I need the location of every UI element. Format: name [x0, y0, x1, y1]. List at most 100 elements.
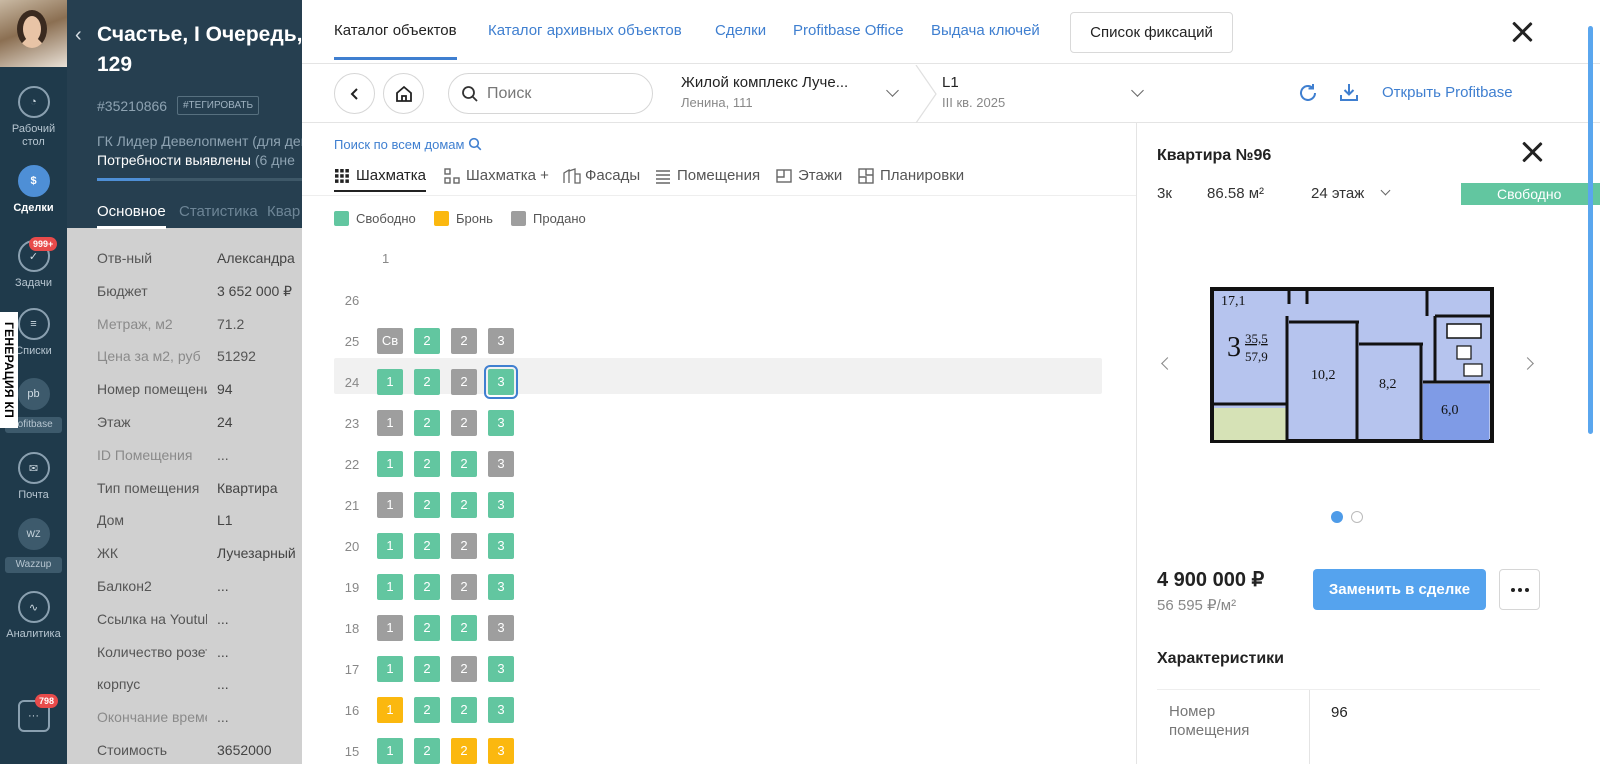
apartment-cell[interactable]: 3 — [488, 328, 514, 354]
rail-item-chat[interactable]: ··· — [0, 700, 67, 737]
apartment-cell[interactable]: 1 — [377, 492, 403, 518]
gallery-next-icon[interactable] — [1521, 357, 1534, 370]
rail-item-wazzup[interactable]: WZ — [0, 518, 67, 555]
apartment-cell[interactable]: 2 — [414, 615, 440, 641]
deal-field-row[interactable]: Количество розеток... — [97, 644, 302, 664]
fixations-list-button[interactable]: Список фиксаций — [1070, 12, 1233, 53]
apartment-cell[interactable]: 3 — [488, 738, 514, 764]
search-input[interactable] — [487, 85, 637, 103]
deal-tab-main[interactable]: Основное — [97, 203, 166, 229]
deal-field-row[interactable]: Отв-ный Александра — [97, 250, 302, 270]
apartment-cell[interactable]: 3 — [488, 615, 514, 641]
replace-in-deal-button[interactable]: Заменить в сделке — [1313, 569, 1486, 610]
apartment-cell[interactable]: 2 — [451, 369, 477, 395]
apartment-cell[interactable]: 1 — [377, 697, 403, 723]
deal-field-row[interactable]: Бюджет 3 652 000 ₽ — [97, 283, 302, 303]
apartment-cell[interactable]: 3 — [484, 365, 518, 399]
refresh-icon[interactable] — [1297, 82, 1319, 104]
rail-item-dashboard[interactable]: ◔ Рабочий стол — [0, 86, 67, 149]
complex-selector[interactable]: Жилой комплекс Луче... Ленина, 111 — [681, 74, 848, 110]
nav-deals[interactable]: Сделки — [715, 22, 766, 39]
gallery-prev-icon[interactable] — [1161, 357, 1174, 370]
view-tab-facades[interactable]: Фасады — [563, 167, 640, 184]
deal-field-row[interactable]: Дом L1 — [97, 512, 302, 532]
deal-field-row[interactable]: ЖК Лучезарный — [97, 545, 302, 565]
apartment-cell[interactable]: 2 — [414, 656, 440, 682]
close-modal-icon[interactable] — [1511, 21, 1533, 43]
nav-profitbase-office[interactable]: Profitbase Office — [793, 22, 904, 39]
apartment-cell[interactable]: 2 — [451, 410, 477, 436]
generation-tab[interactable]: ГЕНЕРАЦИЯ КП — [0, 312, 18, 428]
apartment-cell[interactable]: 3 — [488, 656, 514, 682]
apartment-cell[interactable]: 3 — [488, 492, 514, 518]
gallery-dot-1[interactable] — [1331, 511, 1343, 523]
complex-chevron-down-icon[interactable] — [886, 84, 899, 97]
apartment-cell[interactable]: 2 — [414, 492, 440, 518]
deal-field-row[interactable]: Цена за м2, руб 51292 — [97, 348, 302, 368]
more-options-button[interactable] — [1499, 569, 1540, 610]
view-tab-floors[interactable]: Этажи — [776, 167, 842, 184]
apartment-cell[interactable]: 3 — [488, 533, 514, 559]
deal-field-row[interactable]: Балкон2... — [97, 578, 302, 598]
view-tab-layouts[interactable]: Планировки — [858, 167, 964, 184]
apartment-cell[interactable]: 2 — [451, 615, 477, 641]
apartment-cell[interactable]: 3 — [488, 574, 514, 600]
apartment-cell[interactable]: 2 — [414, 410, 440, 436]
apartment-cell[interactable]: 1 — [377, 738, 403, 764]
deal-field-row[interactable]: Номер помещения 94 — [97, 381, 302, 401]
floor-chevron-down-icon[interactable] — [1380, 185, 1391, 196]
view-tab-rooms[interactable]: Помещения — [655, 167, 760, 184]
apartment-cell[interactable]: 2 — [414, 697, 440, 723]
view-tab-chessboard[interactable]: Шахматка — [334, 167, 427, 192]
apartment-cell[interactable]: 1 — [377, 615, 403, 641]
apartment-floor-selector[interactable]: 24 этаж — [1311, 185, 1364, 202]
apartment-cell[interactable]: 2 — [451, 533, 477, 559]
apartment-cell[interactable]: 2 — [451, 697, 477, 723]
apartment-cell[interactable]: 3 — [488, 410, 514, 436]
nav-key-handover[interactable]: Выдача ключей — [931, 22, 1040, 39]
rail-item-analytics[interactable]: ∿ Аналитика — [0, 591, 67, 640]
deal-tab-apartment[interactable]: Квар — [267, 203, 300, 220]
apartment-cell[interactable]: 2 — [451, 492, 477, 518]
apartment-cell[interactable]: 2 — [451, 738, 477, 764]
deal-field-row[interactable]: Ссылка на Youtube... — [97, 611, 302, 631]
back-arrow-icon[interactable]: ‹ — [75, 24, 82, 47]
deal-tab-stats[interactable]: Статистика — [179, 203, 258, 220]
home-button[interactable] — [383, 73, 424, 114]
apartment-cell[interactable]: 2 — [451, 451, 477, 477]
download-icon[interactable] — [1338, 81, 1360, 103]
apartment-cell[interactable]: 3 — [488, 451, 514, 477]
back-button[interactable] — [334, 73, 375, 114]
nav-archive-catalog[interactable]: Каталог архивных объектов — [488, 22, 682, 39]
close-detail-icon[interactable] — [1521, 141, 1543, 163]
house-selector[interactable]: L1 III кв. 2025 — [942, 74, 1005, 110]
apartment-cell[interactable]: 1 — [377, 369, 403, 395]
apartment-cell[interactable]: 2 — [414, 369, 440, 395]
apartment-cell[interactable]: 2 — [414, 574, 440, 600]
user-avatar[interactable] — [0, 0, 67, 67]
rail-item-mail[interactable]: ✉ Почта — [0, 452, 67, 501]
apartment-cell[interactable]: 2 — [414, 533, 440, 559]
search-all-houses-link[interactable]: Поиск по всем домам — [334, 137, 482, 152]
apartment-cell[interactable]: 3 — [488, 697, 514, 723]
apartment-cell[interactable]: 2 — [414, 328, 440, 354]
house-chevron-down-icon[interactable] — [1131, 84, 1144, 97]
apartment-cell[interactable]: Св — [377, 328, 403, 354]
apartment-cell[interactable]: 1 — [377, 533, 403, 559]
apartment-cell[interactable]: 1 — [377, 656, 403, 682]
apartment-cell[interactable]: 2 — [451, 328, 477, 354]
apartment-cell[interactable]: 1 — [377, 451, 403, 477]
deal-field-row[interactable]: Этаж 24 — [97, 414, 302, 434]
tag-button[interactable]: #ТЕГИРОВАТЬ — [177, 96, 260, 115]
scrollbar[interactable] — [1588, 26, 1593, 434]
deal-field-row[interactable]: ID Помещения... — [97, 447, 302, 467]
deal-field-row[interactable]: Метраж, м2 71.2 — [97, 316, 302, 336]
apartment-cell[interactable]: 2 — [451, 656, 477, 682]
deal-field-row[interactable]: Окончание времени... — [97, 709, 302, 729]
rail-item-deals[interactable]: $ Сделки — [0, 165, 67, 214]
deal-stage[interactable]: Потребности выявлены (6 дне — [97, 152, 295, 168]
apartment-cell[interactable]: 1 — [377, 574, 403, 600]
deal-field-row[interactable]: корпус... — [97, 676, 302, 696]
open-profitbase-link[interactable]: Открыть Profitbase — [1382, 84, 1513, 101]
apartment-cell[interactable]: 2 — [414, 738, 440, 764]
